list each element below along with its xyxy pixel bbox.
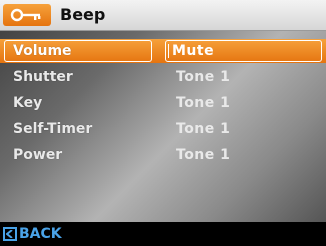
setting-value: Tone 1 — [176, 95, 231, 111]
setting-value: Tone 1 — [176, 69, 231, 85]
setting-value: Tone 1 — [176, 121, 231, 137]
camera-menu-screen: Beep Volume Mute Shutter Tone 1 Key Tone… — [0, 0, 326, 246]
menu-header: Beep — [0, 0, 326, 31]
footer-bar: BACK — [0, 222, 326, 246]
setting-row-self-timer[interactable]: Self-Timer Tone 1 — [0, 117, 326, 141]
setting-value: Tone 1 — [176, 147, 231, 163]
back-button[interactable]: BACK — [19, 226, 62, 242]
setting-label: Key — [13, 95, 43, 111]
setting-label: Volume — [4, 40, 152, 62]
key-icon — [10, 8, 41, 22]
key-badge — [3, 4, 51, 26]
setting-row-key[interactable]: Key Tone 1 — [0, 91, 326, 115]
setting-label: Shutter — [13, 69, 73, 85]
setting-row-power[interactable]: Power Tone 1 — [0, 143, 326, 167]
setting-value: Mute — [167, 43, 215, 59]
back-arrow-icon[interactable] — [3, 227, 17, 241]
setting-label: Self-Timer — [13, 121, 93, 137]
setting-row-shutter[interactable]: Shutter Tone 1 — [0, 65, 326, 89]
setting-row-volume[interactable]: Volume Mute — [0, 39, 326, 63]
setting-label: Power — [13, 147, 63, 163]
page-title: Beep — [60, 5, 106, 24]
